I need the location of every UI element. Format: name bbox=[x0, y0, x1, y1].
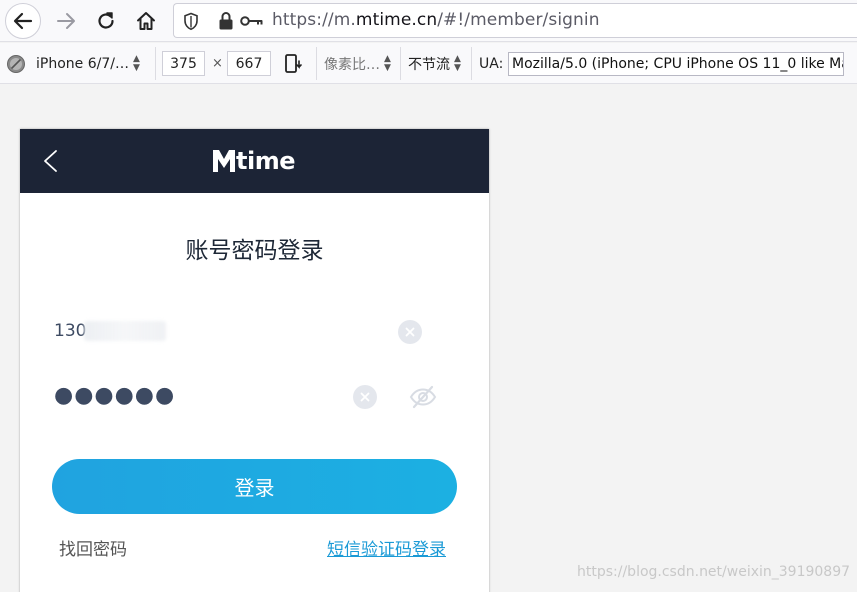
viewport-width-input[interactable]: 375 bbox=[162, 51, 205, 76]
browser-navbar: https://m.mtime.cn/#!/member/signin bbox=[0, 0, 857, 42]
rotate-device-icon bbox=[285, 53, 302, 73]
eye-off-icon[interactable] bbox=[409, 385, 437, 409]
select-caret-icon: ▲ ▼ bbox=[454, 53, 461, 73]
device-selector[interactable]: iPhone 6/7/… ▲ ▼ bbox=[36, 43, 140, 84]
page-title: 账号密码登录 bbox=[185, 238, 324, 264]
url-bar[interactable]: https://m.mtime.cn/#!/member/signin bbox=[173, 3, 857, 38]
url-domain: mtime.cn bbox=[355, 10, 438, 30]
tracking-shield-icon[interactable] bbox=[183, 12, 199, 31]
ua-label: UA: bbox=[479, 55, 504, 72]
logo-text: time bbox=[236, 147, 295, 175]
divider bbox=[316, 47, 317, 80]
forward-button[interactable] bbox=[48, 3, 84, 39]
reload-icon bbox=[98, 12, 114, 29]
app-header: time bbox=[20, 129, 489, 193]
password-field[interactable]: ●●●●●● bbox=[52, 379, 454, 419]
forgot-password-link[interactable]: 找回密码 bbox=[59, 535, 127, 560]
pixel-ratio-label: 像素比… bbox=[324, 56, 380, 73]
mobile-viewport: time 账号密码登录 130 ●●●●●● 登录 找回密码 短信验证码登录 bbox=[20, 129, 489, 592]
key-icon[interactable] bbox=[240, 14, 264, 28]
clear-password-button[interactable] bbox=[353, 385, 377, 409]
lock-icon[interactable] bbox=[218, 11, 234, 31]
mtime-m-logo-icon bbox=[213, 150, 235, 172]
home-icon bbox=[137, 12, 155, 30]
select-caret-icon: ▲ ▼ bbox=[132, 53, 140, 73]
viewport-height-input[interactable]: 667 bbox=[227, 51, 271, 76]
user-agent-input[interactable]: Mozilla/5.0 (iPhone; CPU iPhone OS 11_0 … bbox=[508, 52, 844, 76]
reload-button[interactable] bbox=[88, 3, 124, 39]
throttling-label: 不节流 bbox=[408, 56, 450, 73]
back-arrow-icon bbox=[13, 12, 33, 30]
throttling-selector[interactable]: 不节流 ▲ ▼ bbox=[408, 43, 461, 84]
redacted-blur bbox=[84, 321, 166, 341]
sms-login-link[interactable]: 短信验证码登录 bbox=[327, 535, 446, 560]
close-icon bbox=[405, 327, 415, 337]
login-button[interactable]: 登录 bbox=[52, 459, 457, 514]
url-path: /#!/member/signin bbox=[437, 10, 600, 30]
device-name: iPhone 6/7/… bbox=[36, 55, 129, 72]
disabled-circle-icon bbox=[7, 54, 25, 73]
clear-phone-button[interactable] bbox=[398, 320, 422, 344]
watermark: https://blog.csdn.net/weixin_39190897 bbox=[577, 564, 851, 580]
forward-arrow-icon bbox=[57, 13, 75, 29]
back-chevron-icon[interactable] bbox=[40, 149, 62, 173]
phone-input-value: 130 bbox=[54, 321, 87, 341]
url-text[interactable]: https://m.mtime.cn/#!/member/signin bbox=[272, 10, 600, 30]
select-caret-icon: ▲ ▼ bbox=[384, 53, 391, 73]
responsive-design-toolbar: iPhone 6/7/… ▲ ▼ 375 × 667 像素比… ▲ ▼ 不节流 ▲ ▼… bbox=[0, 43, 857, 84]
divider bbox=[400, 47, 401, 80]
url-prefix: https://m. bbox=[272, 10, 356, 30]
simulation-toggle[interactable] bbox=[6, 43, 26, 84]
rotate-button[interactable] bbox=[284, 43, 304, 84]
dimension-separator: × bbox=[212, 56, 223, 71]
password-input-value: ●●●●●● bbox=[54, 383, 176, 408]
mtime-logo: time bbox=[213, 145, 295, 177]
divider bbox=[471, 47, 472, 80]
pixel-ratio-selector[interactable]: 像素比… ▲ ▼ bbox=[324, 43, 391, 84]
close-icon bbox=[360, 392, 370, 402]
phone-field[interactable]: 130 bbox=[52, 313, 454, 353]
divider bbox=[155, 47, 156, 80]
back-button[interactable] bbox=[5, 3, 41, 39]
home-button[interactable] bbox=[128, 3, 164, 39]
